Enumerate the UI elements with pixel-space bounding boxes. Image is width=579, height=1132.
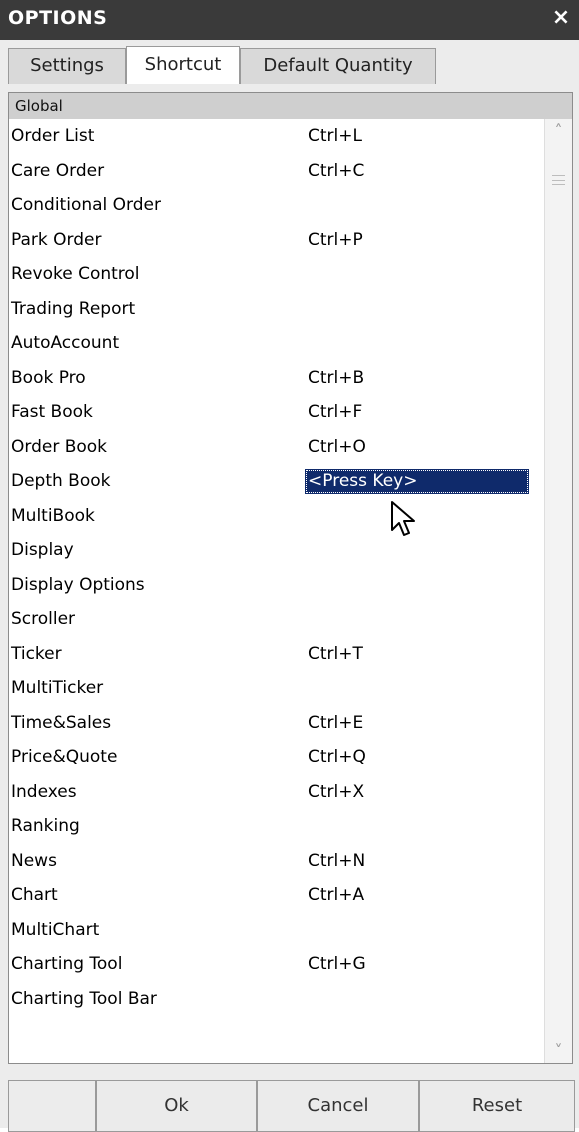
shortcut-command-label: Care Order [11, 160, 105, 181]
shortcut-row[interactable]: Charting Tool Ctrl+G [9, 947, 539, 982]
shortcut-row[interactable]: Revoke Control [9, 257, 539, 292]
chevron-up-icon[interactable]: ˄ [545, 119, 572, 143]
shortcut-command-label: Charting Tool [11, 954, 123, 974]
shortcut-row[interactable]: Indexes Ctrl+X [9, 775, 539, 810]
mouse-pointer-icon [391, 501, 415, 536]
shortcut-row[interactable]: MultiBook [9, 499, 539, 534]
shortcut-key-value[interactable]: Ctrl+P [308, 223, 363, 258]
close-icon[interactable]: × [549, 4, 573, 32]
shortcut-command-label: Indexes [11, 781, 77, 802]
shortcut-row[interactable]: Charting Tool Bar [9, 982, 539, 1017]
tab-shortcut[interactable]: Shortcut [126, 46, 240, 84]
shortcut-row[interactable]: Ticker Ctrl+T [9, 637, 539, 672]
shortcut-command-label: Revoke Control [11, 264, 140, 284]
shortcut-command-label: Order List [11, 126, 95, 146]
shortcut-row[interactable]: MultiChart [9, 913, 539, 948]
cancel-button[interactable]: Cancel [257, 1080, 419, 1132]
shortcut-key-value[interactable]: Ctrl+E [308, 706, 363, 741]
shortcut-command-label: Charting Tool Bar [11, 988, 157, 1009]
shortcut-key-value[interactable]: Ctrl+B [308, 361, 364, 396]
shortcut-key-value[interactable]: Ctrl+G [308, 947, 366, 982]
shortcut-row[interactable]: Display Options [9, 568, 539, 603]
tab-settings[interactable]: Settings [8, 48, 126, 84]
shortcut-key-value[interactable]: Ctrl+N [308, 844, 365, 879]
shortcut-key-value[interactable]: Ctrl+Q [308, 740, 366, 775]
vertical-scrollbar[interactable]: ˄ ˅ [544, 119, 572, 1063]
shortcut-row[interactable]: News Ctrl+N [9, 844, 539, 879]
shortcut-list-panel: Global Order List Ctrl+L Care Order Ctrl+C C… [8, 92, 573, 1064]
shortcut-command-label: Time&Sales [11, 712, 112, 733]
shortcut-row[interactable]: Conditional Order [9, 188, 539, 223]
shortcut-row[interactable]: Book Pro Ctrl+B [9, 361, 539, 396]
footer-spacer [8, 1080, 96, 1132]
window-title: OPTIONS [8, 7, 108, 29]
shortcut-row[interactable]: MultiTicker [9, 671, 539, 706]
shortcut-command-label: Book Pro [11, 367, 86, 388]
shortcut-command-label: Depth Book [11, 471, 111, 491]
shortcut-key-value[interactable]: Ctrl+X [308, 775, 364, 810]
grip-icon [552, 175, 565, 185]
shortcut-command-label: Conditional Order [11, 195, 161, 215]
shortcut-row[interactable]: Care Order Ctrl+C [9, 154, 539, 189]
title-bar: OPTIONS × [0, 0, 579, 40]
options-window: OPTIONS × Settings Shortcut Default Quan… [0, 0, 579, 1132]
shortcut-command-label: AutoAccount [11, 333, 120, 353]
shortcut-key-value[interactable]: Ctrl+F [308, 395, 362, 430]
shortcut-row[interactable]: Scroller [9, 602, 539, 637]
ok-button[interactable]: Ok [96, 1080, 257, 1132]
shortcut-row[interactable]: Order Book Ctrl+O [9, 430, 539, 465]
shortcut-command-label: MultiBook [11, 505, 95, 526]
chevron-down-icon[interactable]: ˅ [545, 1039, 572, 1063]
tab-bar: Settings Shortcut Default Quantity [0, 40, 579, 84]
shortcut-row[interactable]: Depth Book <Press Key> [9, 464, 539, 499]
shortcut-row[interactable]: Chart Ctrl+A [9, 878, 539, 913]
shortcut-list: Order List Ctrl+L Care Order Ctrl+C Conditio… [9, 119, 539, 1016]
shortcut-command-label: Order Book [11, 436, 108, 457]
shortcut-command-label: News [11, 850, 57, 871]
shortcut-command-label: MultiChart [11, 919, 100, 940]
shortcut-key-value[interactable]: Ctrl+T [308, 637, 363, 672]
shortcut-command-label: Ticker [11, 643, 62, 664]
shortcut-row[interactable]: AutoAccount [9, 326, 539, 361]
shortcut-command-label: Display Options [11, 574, 145, 595]
shortcut-row[interactable]: Display [9, 533, 539, 568]
shortcut-row[interactable]: Trading Report [9, 292, 539, 327]
shortcut-command-label: Scroller [11, 609, 76, 629]
reset-button[interactable]: Reset [419, 1080, 575, 1132]
shortcut-command-label: Ranking [11, 816, 80, 836]
shortcut-command-label: Chart [11, 885, 58, 905]
tab-default-quantity[interactable]: Default Quantity [240, 48, 436, 84]
shortcut-row[interactable]: Time&Sales Ctrl+E [9, 706, 539, 741]
shortcut-row[interactable]: Fast Book Ctrl+F [9, 395, 539, 430]
shortcut-command-label: Fast Book [11, 402, 93, 422]
shortcut-command-label: Price&Quote [11, 747, 118, 767]
shortcut-command-label: Display [11, 540, 74, 560]
shortcut-command-label: Trading Report [11, 298, 136, 319]
shortcut-key-input[interactable]: <Press Key> [305, 469, 529, 494]
dialog-footer: Ok Cancel Reset [0, 1072, 579, 1132]
shortcut-key-value[interactable]: Ctrl+C [308, 154, 364, 189]
shortcut-row[interactable]: Price&Quote Ctrl+Q [9, 740, 539, 775]
shortcut-key-value[interactable]: Ctrl+O [308, 430, 366, 465]
scrollbar-thumb[interactable] [552, 149, 565, 1057]
shortcut-row[interactable]: Park Order Ctrl+P [9, 223, 539, 258]
shortcut-key-value[interactable]: Ctrl+L [308, 119, 362, 154]
shortcut-row[interactable]: Ranking [9, 809, 539, 844]
shortcut-command-label: Park Order [11, 229, 102, 250]
group-header-global: Global [9, 93, 572, 119]
shortcut-key-value[interactable]: Ctrl+A [308, 878, 364, 913]
shortcut-row[interactable]: Order List Ctrl+L [9, 119, 539, 154]
shortcut-command-label: MultiTicker [11, 678, 104, 698]
